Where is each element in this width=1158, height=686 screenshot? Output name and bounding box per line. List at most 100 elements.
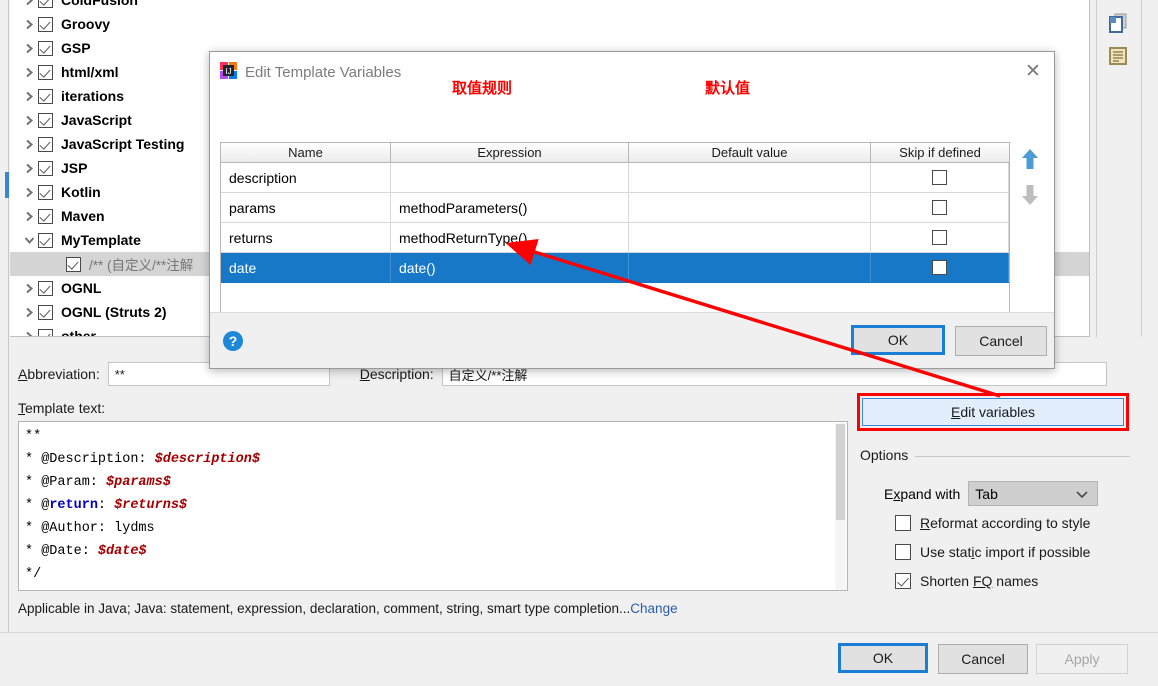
dialog-title-bar: IJ Edit Template Variables ✕	[210, 52, 1054, 92]
option-label: Shorten FQ names	[920, 573, 1039, 589]
tree-toolbar	[1096, 0, 1142, 337]
ok-button[interactable]: OK	[838, 643, 928, 673]
template-text-editor[interactable]: ** * @Description: $description$ * @Param:…	[18, 421, 848, 591]
tree-item-checkbox[interactable]	[38, 40, 53, 56]
template-text-scrollbar[interactable]	[835, 423, 846, 590]
table-row[interactable]: description	[221, 163, 1009, 193]
cell-expression[interactable]: methodParameters()	[391, 193, 629, 222]
tree-item-groovy[interactable]: Groovy	[10, 12, 1089, 36]
tree-item-checkbox[interactable]	[38, 112, 53, 128]
cell-default-value[interactable]	[629, 193, 871, 222]
cell-name[interactable]: date	[221, 253, 391, 282]
template-description-icon[interactable]	[1105, 43, 1131, 69]
tree-item-checkbox[interactable]	[38, 232, 53, 248]
cell-default-value[interactable]	[629, 253, 871, 282]
expand-with-select[interactable]: Tab	[968, 481, 1099, 506]
chevron-right-icon[interactable]	[20, 0, 38, 6]
column-header-default-value[interactable]: Default value	[629, 143, 871, 163]
tree-item-label: OGNL (Struts 2)	[61, 304, 167, 320]
option-shorten-fq-names[interactable]: Shorten FQ names	[895, 573, 1038, 589]
option-use-static-import-if-possible[interactable]: Use static import if possible	[895, 544, 1090, 560]
cell-expression[interactable]: date()	[391, 253, 629, 282]
tree-item-checkbox[interactable]	[66, 256, 81, 272]
tree-item-label: Kotlin	[61, 184, 101, 200]
cell-name[interactable]: description	[221, 163, 391, 192]
tree-item-coldfusion[interactable]: ColdFusion	[10, 0, 1089, 12]
checkbox[interactable]	[895, 515, 911, 531]
tree-item-checkbox[interactable]	[38, 88, 53, 104]
table-row[interactable]: params methodParameters()	[221, 193, 1009, 223]
cell-name[interactable]: params	[221, 193, 391, 222]
column-header-expression[interactable]: Expression	[391, 143, 629, 163]
tree-item-checkbox[interactable]	[38, 184, 53, 200]
arrow-up-icon[interactable]	[1019, 146, 1041, 175]
cell-skip-if-defined[interactable]	[871, 193, 1009, 222]
tree-item-checkbox[interactable]	[38, 64, 53, 80]
tree-item-label: JSP	[61, 160, 88, 176]
chevron-right-icon[interactable]	[20, 283, 38, 294]
close-icon[interactable]: ✕	[1022, 61, 1044, 83]
tree-item-checkbox[interactable]	[38, 0, 53, 8]
table-row[interactable]: returns methodReturnType()	[221, 223, 1009, 253]
dialog-button-bar: ? OK Cancel	[210, 312, 1054, 368]
help-icon[interactable]: ?	[223, 331, 243, 351]
chevron-right-icon[interactable]	[20, 211, 38, 222]
left-rail	[0, 0, 9, 632]
cell-name[interactable]: returns	[221, 223, 391, 252]
edit-variables-highlight: Edit variables	[857, 393, 1129, 431]
tree-item-label: /** (自定义/**注解	[89, 258, 194, 273]
skip-if-defined-checkbox[interactable]	[932, 170, 947, 185]
table-row[interactable]: date date()	[221, 253, 1009, 283]
chevron-down-icon[interactable]	[20, 235, 38, 246]
cell-default-value[interactable]	[629, 223, 871, 252]
expand-with-row: Expand with Tab	[884, 481, 1099, 506]
tree-item-checkbox[interactable]	[38, 328, 53, 336]
tree-item-checkbox[interactable]	[38, 280, 53, 296]
options-divider	[915, 456, 1130, 457]
option-reformat-according-to-style[interactable]: Reformat according to style	[895, 515, 1090, 531]
template-text-line: * @Description: $description$	[25, 452, 260, 467]
skip-if-defined-checkbox[interactable]	[932, 260, 947, 275]
cell-default-value[interactable]	[629, 163, 871, 192]
chevron-right-icon[interactable]	[20, 163, 38, 174]
tree-item-checkbox[interactable]	[38, 160, 53, 176]
chevron-right-icon[interactable]	[20, 67, 38, 78]
copy-template-icon[interactable]	[1105, 10, 1131, 36]
tree-item-checkbox[interactable]	[38, 136, 53, 152]
chevron-right-icon[interactable]	[20, 91, 38, 102]
cell-skip-if-defined[interactable]	[871, 223, 1009, 252]
chevron-right-icon[interactable]	[20, 19, 38, 30]
expand-with-label: Expand with	[884, 485, 961, 502]
dialog-footer: OK Cancel Apply	[0, 632, 1158, 686]
edit-variables-button[interactable]: Edit variables	[862, 398, 1124, 426]
chevron-right-icon[interactable]	[20, 139, 38, 150]
change-context-link[interactable]: Change	[630, 601, 677, 616]
column-header-skip-if-defined[interactable]: Skip if defined	[871, 143, 1009, 163]
tree-item-checkbox[interactable]	[38, 304, 53, 320]
chevron-right-icon[interactable]	[20, 187, 38, 198]
chevron-right-icon[interactable]	[20, 115, 38, 126]
tree-item-checkbox[interactable]	[38, 16, 53, 32]
cell-expression[interactable]	[391, 163, 629, 192]
cell-skip-if-defined[interactable]	[871, 253, 1009, 282]
option-label: Use static import if possible	[920, 544, 1091, 560]
skip-if-defined-checkbox[interactable]	[932, 230, 947, 245]
chevron-right-icon[interactable]	[20, 43, 38, 54]
tree-item-label: Groovy	[61, 16, 111, 32]
chevron-right-icon[interactable]	[20, 331, 38, 336]
cell-skip-if-defined[interactable]	[871, 163, 1009, 192]
dialog-ok-button[interactable]: OK	[851, 325, 945, 355]
skip-if-defined-checkbox[interactable]	[932, 200, 947, 215]
column-header-name[interactable]: Name	[221, 143, 391, 163]
checkbox[interactable]	[895, 573, 911, 589]
template-text-label: Template text:	[18, 400, 106, 416]
cancel-button[interactable]: Cancel	[938, 644, 1028, 674]
checkbox[interactable]	[895, 544, 911, 560]
dialog-body: Name Expression Default value Skip if de…	[210, 92, 1054, 358]
tree-item-label: GSP	[61, 40, 91, 56]
cell-expression[interactable]: methodReturnType()	[391, 223, 629, 252]
tree-item-checkbox[interactable]	[38, 208, 53, 224]
dialog-cancel-button[interactable]: Cancel	[955, 326, 1047, 356]
option-label: Reformat according to style	[920, 515, 1091, 531]
chevron-right-icon[interactable]	[20, 307, 38, 318]
